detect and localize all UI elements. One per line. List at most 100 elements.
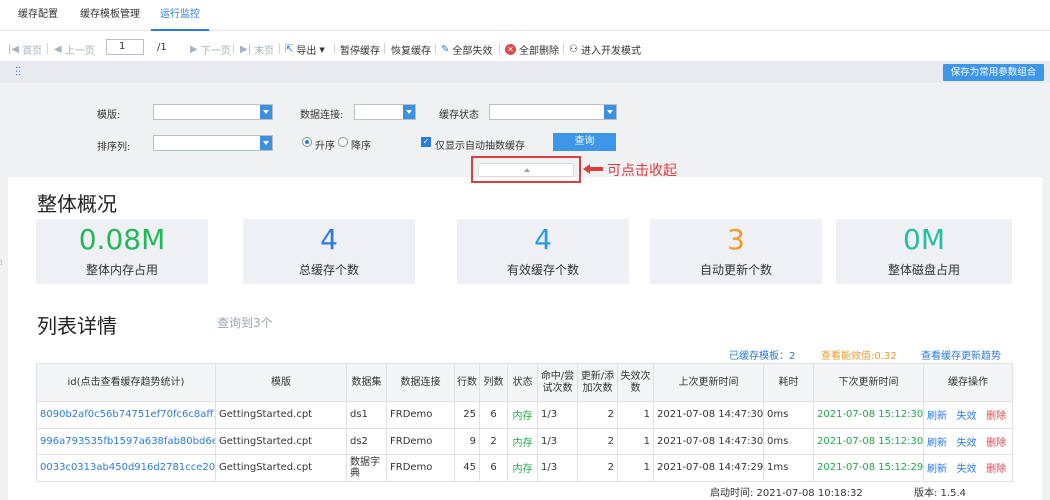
stat-label: 自动更新个数: [699, 263, 772, 277]
tab-run-monitor[interactable]: 运行监控: [151, 0, 209, 31]
resume-cache-button[interactable]: 恢复缓存: [391, 42, 431, 57]
annotation-text: 可点击收起: [607, 163, 677, 179]
cell-last-update: 2021-07-08 14:47:30: [653, 427, 764, 455]
cell-template: GettingStarted.cpt: [215, 454, 347, 482]
stat-label: 总缓存个数: [298, 263, 359, 277]
result-count: 查询到3个: [217, 316, 273, 330]
col-header-next-update: 下次更新时间: [813, 363, 924, 402]
cell-last-update: 2021-07-08 14:47:30: [653, 401, 764, 429]
cache-status-select[interactable]: [489, 104, 617, 120]
first-page-button[interactable]: |◀ 首页: [8, 42, 42, 57]
cell-template: GettingStarted.cpt: [215, 427, 347, 455]
filter-settings-icon[interactable]: ⫶⫶: [8, 64, 28, 80]
stat-label: 有效缓存个数: [506, 263, 579, 277]
next-page-button[interactable]: ▶ 下一页: [190, 42, 231, 57]
divider: [563, 43, 564, 54]
save-param-combo-button[interactable]: 保存为常用参数组合: [943, 64, 1044, 81]
invalidate-button[interactable]: 失效: [957, 464, 977, 475]
dev-mode-button[interactable]: ⚇ 进入开发模式: [569, 42, 641, 57]
desc-radio[interactable]: [338, 137, 348, 147]
cache-id-link[interactable]: 0033c0313ab450d916d2781cce20c4ab: [36, 454, 216, 482]
table-header-row: id(点击查看缓存趋势统计) 模版 数据集 数据连接 行数 列数 状态 命中/尝…: [36, 363, 1013, 402]
invalidate-button[interactable]: 失效: [957, 411, 977, 422]
cell-cols: 6: [479, 454, 508, 482]
invalidate-all-button[interactable]: ✎ 全部失效: [441, 42, 492, 57]
cache-status-label: 缓存状态: [439, 110, 479, 121]
col-header-update: 更新/添加次数: [577, 363, 618, 402]
cell-dataset: 数据字典: [346, 454, 387, 482]
update-trend-link[interactable]: 查看缓存更新趋势: [921, 347, 1001, 362]
table-row: 0033c0313ab450d916d2781cce20c4ab Getting…: [36, 454, 1013, 482]
cell-ops: 刷新 失效 删除: [923, 427, 1013, 455]
status-badge: 内存: [507, 401, 538, 429]
resize-handle[interactable]: ⁞: [0, 258, 3, 267]
stat-card-total: 4 总缓存个数: [243, 219, 415, 284]
divider: [279, 43, 280, 54]
cell-hit: 1/3: [537, 401, 578, 429]
chevron-down-icon: [604, 105, 616, 119]
col-header-id: id(点击查看缓存趋势统计): [36, 363, 216, 402]
cell-hit: 1/3: [537, 427, 578, 455]
refresh-button[interactable]: 刷新: [927, 438, 947, 449]
tab-cache-config[interactable]: 缓存配置: [18, 0, 58, 31]
query-button[interactable]: 查询: [553, 133, 616, 151]
efficiency-link[interactable]: 查看能效值:0.32: [821, 347, 897, 362]
cell-dataset: ds1: [346, 401, 387, 429]
refresh-button[interactable]: 刷新: [927, 464, 947, 475]
auto-only-checkbox[interactable]: ✓: [421, 137, 431, 147]
tab-template-manage[interactable]: 缓存模板管理: [80, 0, 140, 31]
annotation-arrow-icon: [583, 164, 603, 174]
cache-id-link[interactable]: 8090b2af0c56b74751ef70fc6c8aff1e: [36, 401, 216, 429]
invalidate-button[interactable]: 失效: [957, 438, 977, 449]
cell-last-update: 2021-07-08 14:47:29: [653, 454, 764, 482]
cell-cols: 6: [479, 401, 508, 429]
last-page-button[interactable]: ▶| 末页: [240, 42, 274, 57]
status-badge: 内存: [507, 454, 538, 482]
datasource-select[interactable]: [354, 104, 416, 120]
col-header-invalid: 失效次数: [617, 363, 654, 402]
export-button[interactable]: ⇱ 导出 ▼: [285, 42, 325, 57]
cached-templates-count[interactable]: 已缓存模板：2: [729, 347, 795, 362]
stat-card-memory: 0.08M 整体内存占用: [36, 219, 208, 284]
pause-cache-button[interactable]: 暂停缓存: [340, 42, 380, 57]
cell-ops: 刷新 失效 删除: [923, 454, 1013, 482]
annotation-highlight-box: [471, 156, 581, 183]
stat-card-auto-update: 3 自动更新个数: [650, 219, 822, 284]
datasource-label: 数据连接:: [300, 110, 344, 121]
delete-all-button[interactable]: ✕ 全部删除: [505, 42, 559, 57]
col-header-connection: 数据连接: [386, 363, 455, 402]
template-select[interactable]: [153, 104, 273, 120]
page-total: /1: [157, 42, 167, 53]
asc-radio[interactable]: [302, 137, 312, 147]
page-number-input[interactable]: 1: [106, 39, 144, 55]
first-page-icon: |◀: [8, 44, 20, 55]
delete-circle-icon: ✕: [505, 44, 516, 55]
cell-connection: FRDemo: [386, 427, 455, 455]
stat-label: 整体磁盘占用: [887, 263, 960, 277]
cell-invalid: 1: [617, 454, 654, 482]
sort-column-select[interactable]: [153, 135, 273, 151]
col-header-rows: 行数: [454, 363, 480, 402]
list-title: 列表详情: [37, 314, 117, 338]
prev-page-button[interactable]: ◀ 上一页: [54, 42, 95, 57]
chevron-down-icon: [260, 136, 272, 150]
next-icon: ▶: [190, 44, 198, 55]
cell-update: 2: [577, 454, 618, 482]
divider: [384, 43, 385, 54]
col-header-template: 模版: [215, 363, 347, 402]
cell-update: 2: [577, 427, 618, 455]
last-page-icon: ▶|: [240, 44, 252, 55]
start-time: 启动时间: 2021-07-08 10:18:32: [710, 488, 863, 499]
col-header-last-update: 上次更新时间: [653, 363, 764, 402]
refresh-button[interactable]: 刷新: [927, 411, 947, 422]
cell-next-update: 2021-07-08 15:12:29: [813, 454, 924, 482]
cell-connection: FRDemo: [386, 401, 455, 429]
cache-id-link[interactable]: 996a793535fb1597a638fab80bd6ed3d: [36, 427, 216, 455]
delete-button[interactable]: 删除: [986, 438, 1006, 449]
stat-value: 4: [320, 223, 338, 256]
stat-value: 3: [727, 223, 745, 256]
asc-label: 升序: [315, 141, 335, 152]
delete-button[interactable]: 删除: [986, 464, 1006, 475]
stat-label: 整体内存占用: [85, 263, 158, 277]
delete-button[interactable]: 删除: [986, 411, 1006, 422]
